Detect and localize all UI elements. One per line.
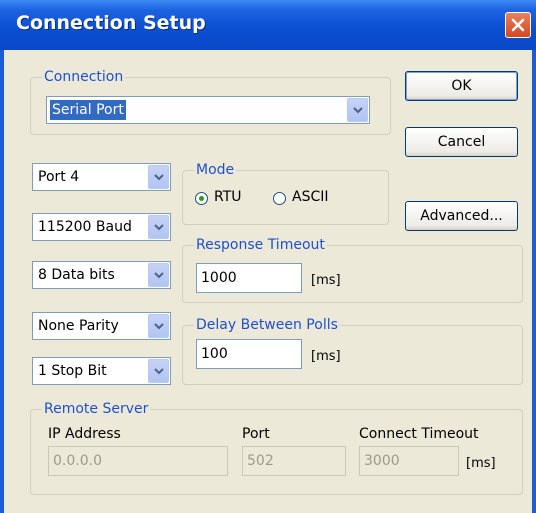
baud-rate-value: 115200 Baud: [38, 219, 132, 235]
dialog-client-area: Connection Serial Port OK Cancel Advance…: [4, 50, 532, 513]
delay-between-polls-input[interactable]: 100: [196, 339, 302, 369]
chevron-down-icon: [154, 272, 164, 279]
parity-value: None Parity: [38, 318, 119, 334]
ok-button[interactable]: OK: [405, 71, 518, 101]
connection-type-select[interactable]: Serial Port: [46, 96, 370, 124]
chevron-down-icon: [154, 174, 164, 181]
port-input[interactable]: 502: [242, 446, 346, 476]
baud-rate-select[interactable]: 115200 Baud: [32, 213, 171, 241]
delay-between-polls-unit: [ms]: [311, 349, 341, 364]
stop-bits-value: 1 Stop Bit: [38, 363, 107, 379]
mode-legend: Mode: [194, 162, 237, 178]
connection-legend: Connection: [42, 69, 126, 85]
ip-address-input[interactable]: 0.0.0.0: [48, 446, 228, 476]
radio-ascii[interactable]: [273, 192, 286, 205]
dropdown-arrow-button[interactable]: [148, 165, 169, 189]
connect-timeout-input[interactable]: 3000: [359, 446, 459, 476]
connection-type-value: Serial Port: [50, 100, 126, 120]
chevron-down-icon: [154, 368, 164, 375]
chevron-down-icon: [154, 224, 164, 231]
chevron-down-icon: [353, 107, 363, 114]
response-timeout-legend: Response Timeout: [194, 237, 327, 253]
radio-rtu[interactable]: [195, 192, 208, 205]
port-label: Port: [242, 426, 270, 442]
ip-address-label: IP Address: [48, 426, 121, 442]
data-bits-select[interactable]: 8 Data bits: [32, 261, 171, 289]
cancel-button[interactable]: Cancel: [405, 127, 518, 157]
radio-selected-dot: [199, 196, 204, 201]
close-button[interactable]: [505, 12, 531, 38]
port-select[interactable]: Port 4: [32, 163, 171, 191]
dropdown-arrow-button[interactable]: [148, 215, 169, 239]
radio-ascii-label[interactable]: ASCII: [292, 189, 329, 205]
response-timeout-unit: [ms]: [311, 273, 341, 288]
title-bar[interactable]: Connection Setup: [0, 0, 536, 50]
dropdown-arrow-button[interactable]: [148, 359, 169, 383]
advanced-button[interactable]: Advanced...: [405, 201, 518, 231]
response-timeout-input[interactable]: 1000: [196, 263, 302, 293]
dropdown-arrow-button[interactable]: [148, 314, 169, 338]
connect-timeout-label: Connect Timeout: [359, 426, 479, 442]
dropdown-arrow-button[interactable]: [347, 98, 368, 122]
close-icon: [511, 18, 525, 32]
connect-timeout-unit: [ms]: [466, 456, 496, 471]
chevron-down-icon: [154, 323, 164, 330]
radio-rtu-label[interactable]: RTU: [214, 189, 242, 205]
delay-between-polls-legend: Delay Between Polls: [194, 317, 340, 333]
remote-server-legend: Remote Server: [42, 401, 151, 417]
dropdown-arrow-button[interactable]: [148, 263, 169, 287]
parity-select[interactable]: None Parity: [32, 312, 171, 340]
data-bits-value: 8 Data bits: [38, 267, 115, 283]
stop-bits-select[interactable]: 1 Stop Bit: [32, 357, 171, 385]
window-title: Connection Setup: [16, 12, 206, 34]
dialog-window: Connection Setup Connection Serial Port …: [0, 0, 536, 513]
port-value: Port 4: [38, 169, 80, 185]
